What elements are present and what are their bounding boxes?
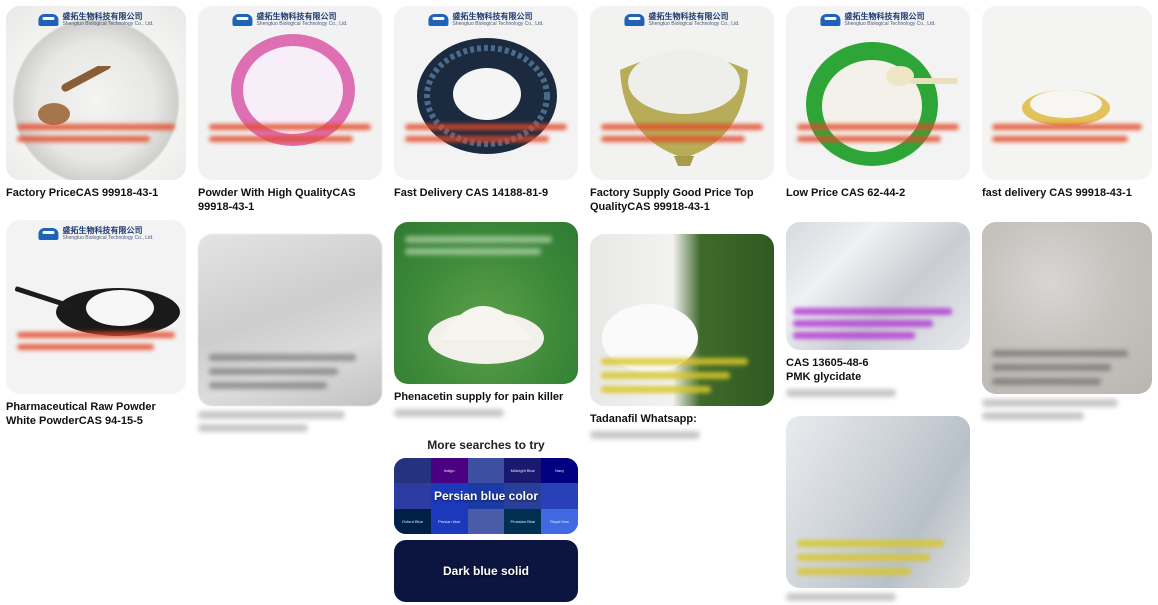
pin-card[interactable]: 盛拓生物科技有限公司 Shengtuo Biological Technolog… bbox=[394, 6, 578, 200]
pin-title[interactable]: Phenacetin supply for pain killer bbox=[394, 390, 578, 404]
blurred-description bbox=[786, 593, 897, 601]
pin-card[interactable]: 盛拓生物科技有限公司 Shengtuo Biological Technolog… bbox=[590, 6, 774, 214]
pin-image[interactable] bbox=[590, 234, 774, 406]
search-suggestion-label: Dark blue solid bbox=[442, 564, 530, 578]
bowl-shape bbox=[620, 50, 748, 166]
brand-logo: 盛拓生物科技有限公司 Shengtuo Biological Technolog… bbox=[38, 226, 154, 241]
brand-logo: 盛拓生物科技有限公司 Shengtuo Biological Technolog… bbox=[428, 12, 544, 27]
pin-image[interactable]: 盛拓生物科技有限公司 Shengtuo Biological Technolog… bbox=[786, 6, 970, 180]
pin-image[interactable] bbox=[786, 416, 970, 588]
pin-image[interactable]: 盛拓生物科技有限公司 Shengtuo Biological Technolog… bbox=[590, 6, 774, 180]
logo-subtitle: Shengtuo Biological Technology Co., Ltd. bbox=[62, 235, 154, 241]
pin-image[interactable] bbox=[786, 222, 970, 350]
bowl-shape bbox=[231, 34, 355, 146]
logo-name: 盛拓生物科技有限公司 bbox=[62, 12, 143, 21]
blurred-description bbox=[982, 399, 1118, 407]
blurred-description bbox=[982, 412, 1084, 420]
search-suggestion-label: Persian blue color bbox=[433, 489, 539, 503]
pin-card[interactable]: Phenacetin supply for pain killer bbox=[394, 222, 578, 417]
logo-name: 盛拓生物科技有限公司 bbox=[256, 12, 337, 21]
pin-card[interactable]: 盛拓生物科技有限公司 Shengtuo Biological Technolog… bbox=[786, 6, 970, 200]
logo-name: 盛拓生物科技有限公司 bbox=[452, 12, 533, 21]
logo-name: 盛拓生物科技有限公司 bbox=[648, 12, 729, 21]
pin-title[interactable]: Factory Supply Good Price Top QualityCAS… bbox=[590, 186, 774, 214]
logo-subtitle: Shengtuo Biological Technology Co., Ltd. bbox=[844, 21, 936, 27]
bowl-shape bbox=[806, 42, 958, 166]
pin-title[interactable]: CAS 13605-48-6 PMK glycidate bbox=[786, 356, 970, 384]
blurred-description bbox=[198, 424, 309, 432]
pin-image[interactable] bbox=[982, 6, 1152, 180]
pin-card[interactable] bbox=[198, 234, 382, 432]
pin-title[interactable]: Tadanafil Whatsapp: bbox=[590, 412, 774, 426]
blurred-description bbox=[786, 389, 897, 397]
logo-subtitle: Shengtuo Biological Technology Co., Ltd. bbox=[62, 21, 154, 27]
pin-card[interactable]: Tadanafil Whatsapp: bbox=[590, 234, 774, 439]
logo-subtitle: Shengtuo Biological Technology Co., Ltd. bbox=[256, 21, 348, 27]
logo-subtitle: Shengtuo Biological Technology Co., Ltd. bbox=[452, 21, 544, 27]
logo-name: 盛拓生物科技有限公司 bbox=[62, 226, 143, 235]
logo-icon bbox=[38, 13, 59, 26]
blurred-description bbox=[394, 409, 505, 417]
pin-card[interactable] bbox=[786, 416, 970, 601]
powder-bag bbox=[602, 304, 698, 372]
search-suggestion-dark-blue-solid[interactable]: Dark blue solid bbox=[394, 540, 578, 602]
logo-icon bbox=[820, 13, 841, 26]
logo-name: 盛拓生物科技有限公司 bbox=[844, 12, 925, 21]
blurred-description bbox=[198, 411, 346, 419]
logo-subtitle: Shengtuo Biological Technology Co., Ltd. bbox=[648, 21, 740, 27]
search-suggestion-persian-blue[interactable]: Indigo Midnight Blue Navy Oxford Blue Pe… bbox=[394, 458, 578, 534]
pin-card[interactable]: 盛拓生物科技有限公司 Shengtuo Biological Technolog… bbox=[6, 6, 186, 200]
logo-icon bbox=[624, 13, 645, 26]
pin-card[interactable]: 盛拓生物科技有限公司 Shengtuo Biological Technolog… bbox=[6, 220, 186, 428]
brand-logo: 盛拓生物科技有限公司 Shengtuo Biological Technolog… bbox=[820, 12, 936, 27]
pin-card[interactable]: fast delivery CAS 99918-43-1 bbox=[982, 6, 1152, 200]
pin-image[interactable] bbox=[394, 222, 578, 384]
pin-title[interactable]: Pharmaceutical Raw Powder White PowderCA… bbox=[6, 400, 186, 428]
pin-subtitle-line: PMK glycidate bbox=[786, 371, 862, 383]
logo-icon bbox=[428, 13, 449, 26]
pin-title[interactable]: Factory PriceCAS 99918-43-1 bbox=[6, 186, 186, 200]
pin-image[interactable]: 盛拓生物科技有限公司 Shengtuo Biological Technolog… bbox=[6, 6, 186, 180]
more-searches-title: More searches to try bbox=[427, 438, 545, 452]
pin-image[interactable] bbox=[982, 222, 1152, 394]
pin-card[interactable] bbox=[982, 222, 1152, 420]
pin-title[interactable]: Fast Delivery CAS 14188-81-9 bbox=[394, 186, 578, 200]
logo-icon bbox=[38, 227, 59, 240]
brand-logo: 盛拓生物科技有限公司 Shengtuo Biological Technolog… bbox=[38, 12, 154, 27]
pin-image[interactable]: 盛拓生物科技有限公司 Shengtuo Biological Technolog… bbox=[198, 6, 382, 180]
pin-image[interactable]: 盛拓生物科技有限公司 Shengtuo Biological Technolog… bbox=[394, 6, 578, 180]
pin-card[interactable]: CAS 13605-48-6 PMK glycidate bbox=[786, 222, 970, 397]
bowl-shape bbox=[1022, 90, 1110, 126]
brand-logo: 盛拓生物科技有限公司 Shengtuo Biological Technolog… bbox=[232, 12, 348, 27]
logo-icon bbox=[232, 13, 253, 26]
pin-card[interactable]: 盛拓生物科技有限公司 Shengtuo Biological Technolog… bbox=[198, 6, 382, 214]
pin-title[interactable]: fast delivery CAS 99918-43-1 bbox=[982, 186, 1152, 200]
pin-title[interactable]: Low Price CAS 62-44-2 bbox=[786, 186, 970, 200]
pin-title-line: CAS 13605-48-6 bbox=[786, 357, 869, 369]
pin-title[interactable]: Powder With High QualityCAS 99918-43-1 bbox=[198, 186, 382, 214]
brand-logo: 盛拓生物科技有限公司 Shengtuo Biological Technolog… bbox=[624, 12, 740, 27]
blurred-description bbox=[590, 431, 701, 439]
powder-pile bbox=[428, 306, 544, 364]
pin-image[interactable]: 盛拓生物科技有限公司 Shengtuo Biological Technolog… bbox=[6, 220, 186, 394]
pin-image[interactable] bbox=[198, 234, 382, 406]
